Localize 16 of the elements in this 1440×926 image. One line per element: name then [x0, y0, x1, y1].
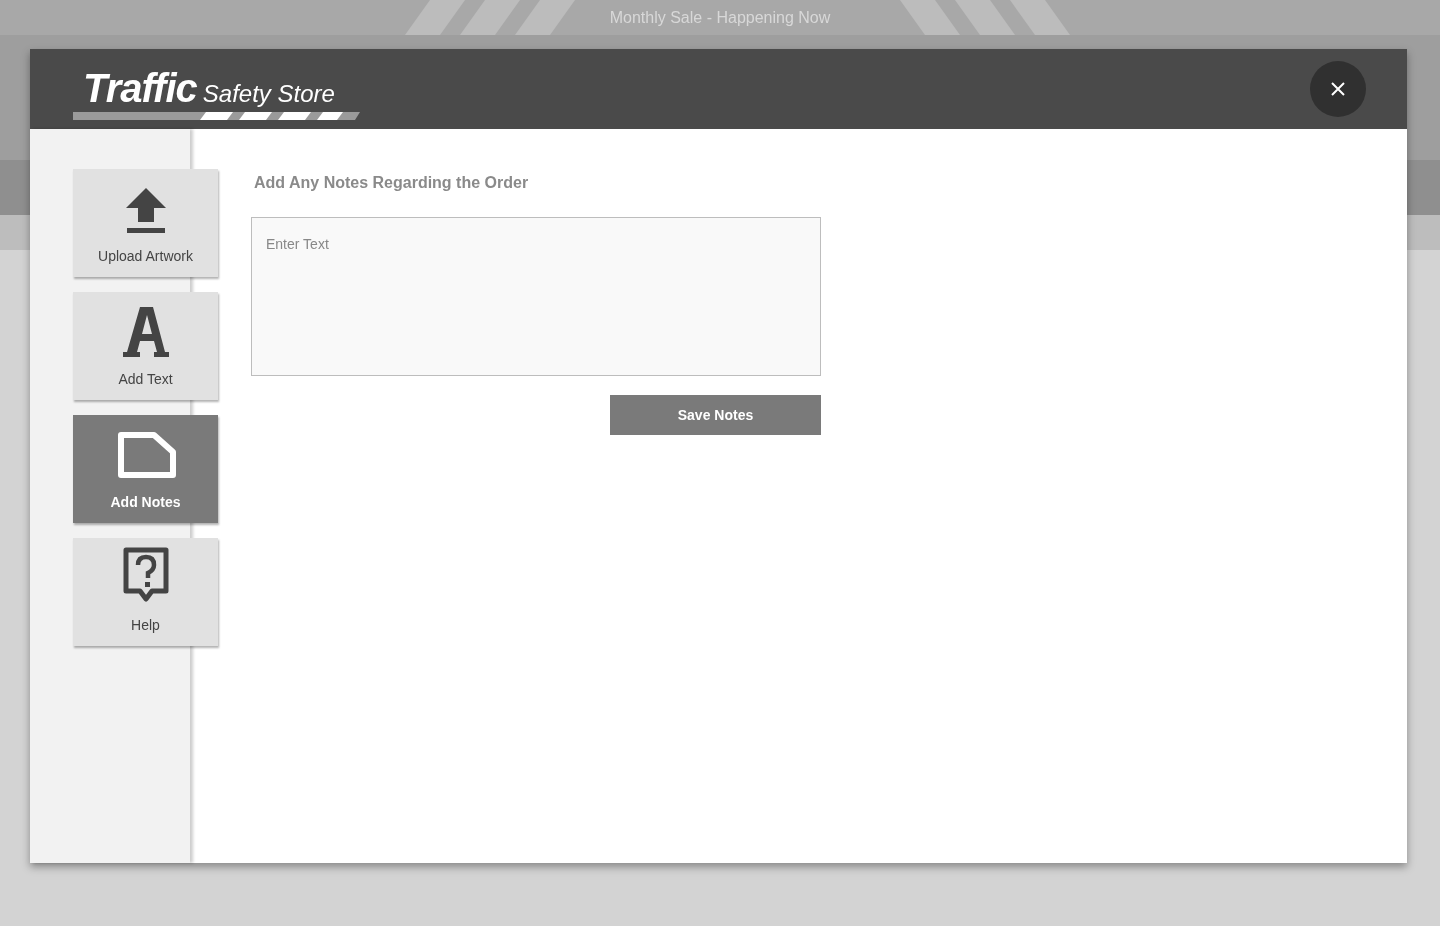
save-notes-button[interactable]: Save Notes	[610, 395, 821, 435]
close-icon	[1331, 82, 1345, 96]
help-icon	[121, 547, 170, 603]
tool-button[interactable]: Help	[73, 538, 218, 646]
logo-subtitle: Safety Store	[202, 82, 335, 106]
tool-button[interactable]: Upload Artwork	[73, 169, 218, 277]
letter-a-icon	[122, 307, 169, 357]
tool-button[interactable]: Add Notes	[73, 415, 218, 523]
note-page-icon	[115, 432, 176, 480]
logo-brand: Traffic	[83, 68, 197, 108]
upload-arrow-icon	[125, 188, 166, 234]
section-heading: Add Any Notes Regarding the Order	[254, 173, 530, 193]
notes-field[interactable]: Enter Text	[251, 217, 821, 376]
tool-button[interactable]: Add Text	[73, 292, 218, 400]
close-button[interactable]	[1310, 61, 1366, 117]
logo-stripe-icon	[73, 112, 360, 120]
